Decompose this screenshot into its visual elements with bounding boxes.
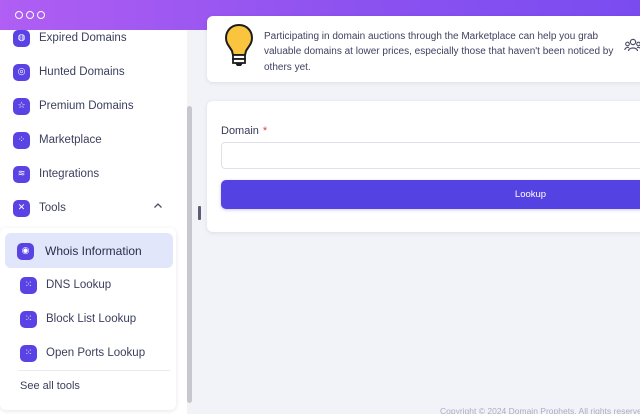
expired-domains-icon: ◍ bbox=[13, 29, 30, 47]
sidebar-item-label: Hunted Domains bbox=[39, 66, 125, 78]
window-dot-icon[interactable] bbox=[26, 11, 34, 19]
submenu-item-block-list-lookup[interactable]: ⁙ Block List Lookup bbox=[20, 309, 136, 329]
sidebar-item-premium-domains[interactable]: ☆ Premium Domains bbox=[13, 96, 134, 116]
sidebar-item-label: Tools bbox=[39, 202, 66, 214]
sidebar-item-label: Premium Domains bbox=[39, 100, 134, 112]
submenu-item-label: Whois Information bbox=[45, 244, 142, 258]
whois-icon: ◉ bbox=[17, 242, 34, 260]
submenu-item-label: Open Ports Lookup bbox=[46, 347, 146, 359]
window-controls[interactable] bbox=[15, 11, 45, 19]
star-icon: ☆ bbox=[13, 97, 30, 115]
submenu-divider bbox=[18, 370, 170, 371]
required-mark: * bbox=[262, 125, 268, 137]
domain-input[interactable] bbox=[221, 142, 640, 169]
submenu-item-whois-information[interactable]: ◉ Whois Information bbox=[17, 241, 142, 261]
sidebar-item-hunted-domains[interactable]: ◎ Hunted Domains bbox=[13, 62, 125, 82]
tools-icon: ✕ bbox=[13, 199, 30, 217]
info-text: Participating in domain auctions through… bbox=[264, 31, 614, 73]
footer-copyright: Copyright © 2024 Domain Prophets. All ri… bbox=[440, 406, 640, 414]
sidebar-item-label: Marketplace bbox=[39, 134, 102, 146]
layers-icon: ≋ bbox=[13, 165, 30, 183]
people-icon bbox=[624, 38, 640, 52]
resize-handle[interactable] bbox=[198, 206, 201, 220]
sidebar-item-label: Integrations bbox=[39, 168, 100, 180]
domain-label-text: Domain bbox=[221, 125, 259, 137]
marketplace-icon: ⁘ bbox=[13, 131, 30, 149]
submenu-item-dns-lookup[interactable]: ⁙ DNS Lookup bbox=[20, 275, 111, 295]
submenu-item-label: Block List Lookup bbox=[46, 313, 137, 325]
block-list-icon: ⁙ bbox=[20, 310, 37, 328]
submenu-item-open-ports-lookup[interactable]: ⁙ Open Ports Lookup bbox=[20, 343, 145, 363]
lightbulb-icon bbox=[224, 23, 254, 66]
hunted-domains-icon: ◎ bbox=[13, 63, 30, 81]
domain-field-label: Domain * bbox=[221, 125, 267, 137]
window-dot-icon[interactable] bbox=[15, 11, 23, 19]
sidebar-item-marketplace[interactable]: ⁘ Marketplace bbox=[13, 130, 102, 150]
sidebar-item-tools[interactable]: ✕ Tools bbox=[13, 198, 66, 218]
submenu-item-label: DNS Lookup bbox=[46, 279, 112, 291]
dns-icon: ⁙ bbox=[20, 276, 37, 294]
sidebar-item-integrations[interactable]: ≋ Integrations bbox=[13, 164, 99, 184]
see-all-tools-link[interactable]: See all tools bbox=[20, 380, 80, 392]
chevron-up-icon[interactable] bbox=[153, 201, 163, 211]
lookup-button-label: Lookup bbox=[514, 189, 547, 200]
lookup-button[interactable]: Lookup bbox=[221, 180, 640, 209]
sidebar-scrollbar-thumb[interactable] bbox=[187, 106, 192, 403]
sidebar-item-expired-domains[interactable]: ◍ Expired Domains bbox=[13, 28, 127, 48]
window-dot-icon[interactable] bbox=[37, 11, 45, 19]
open-ports-icon: ⁙ bbox=[20, 344, 37, 362]
sidebar-item-label: Expired Domains bbox=[39, 32, 127, 44]
